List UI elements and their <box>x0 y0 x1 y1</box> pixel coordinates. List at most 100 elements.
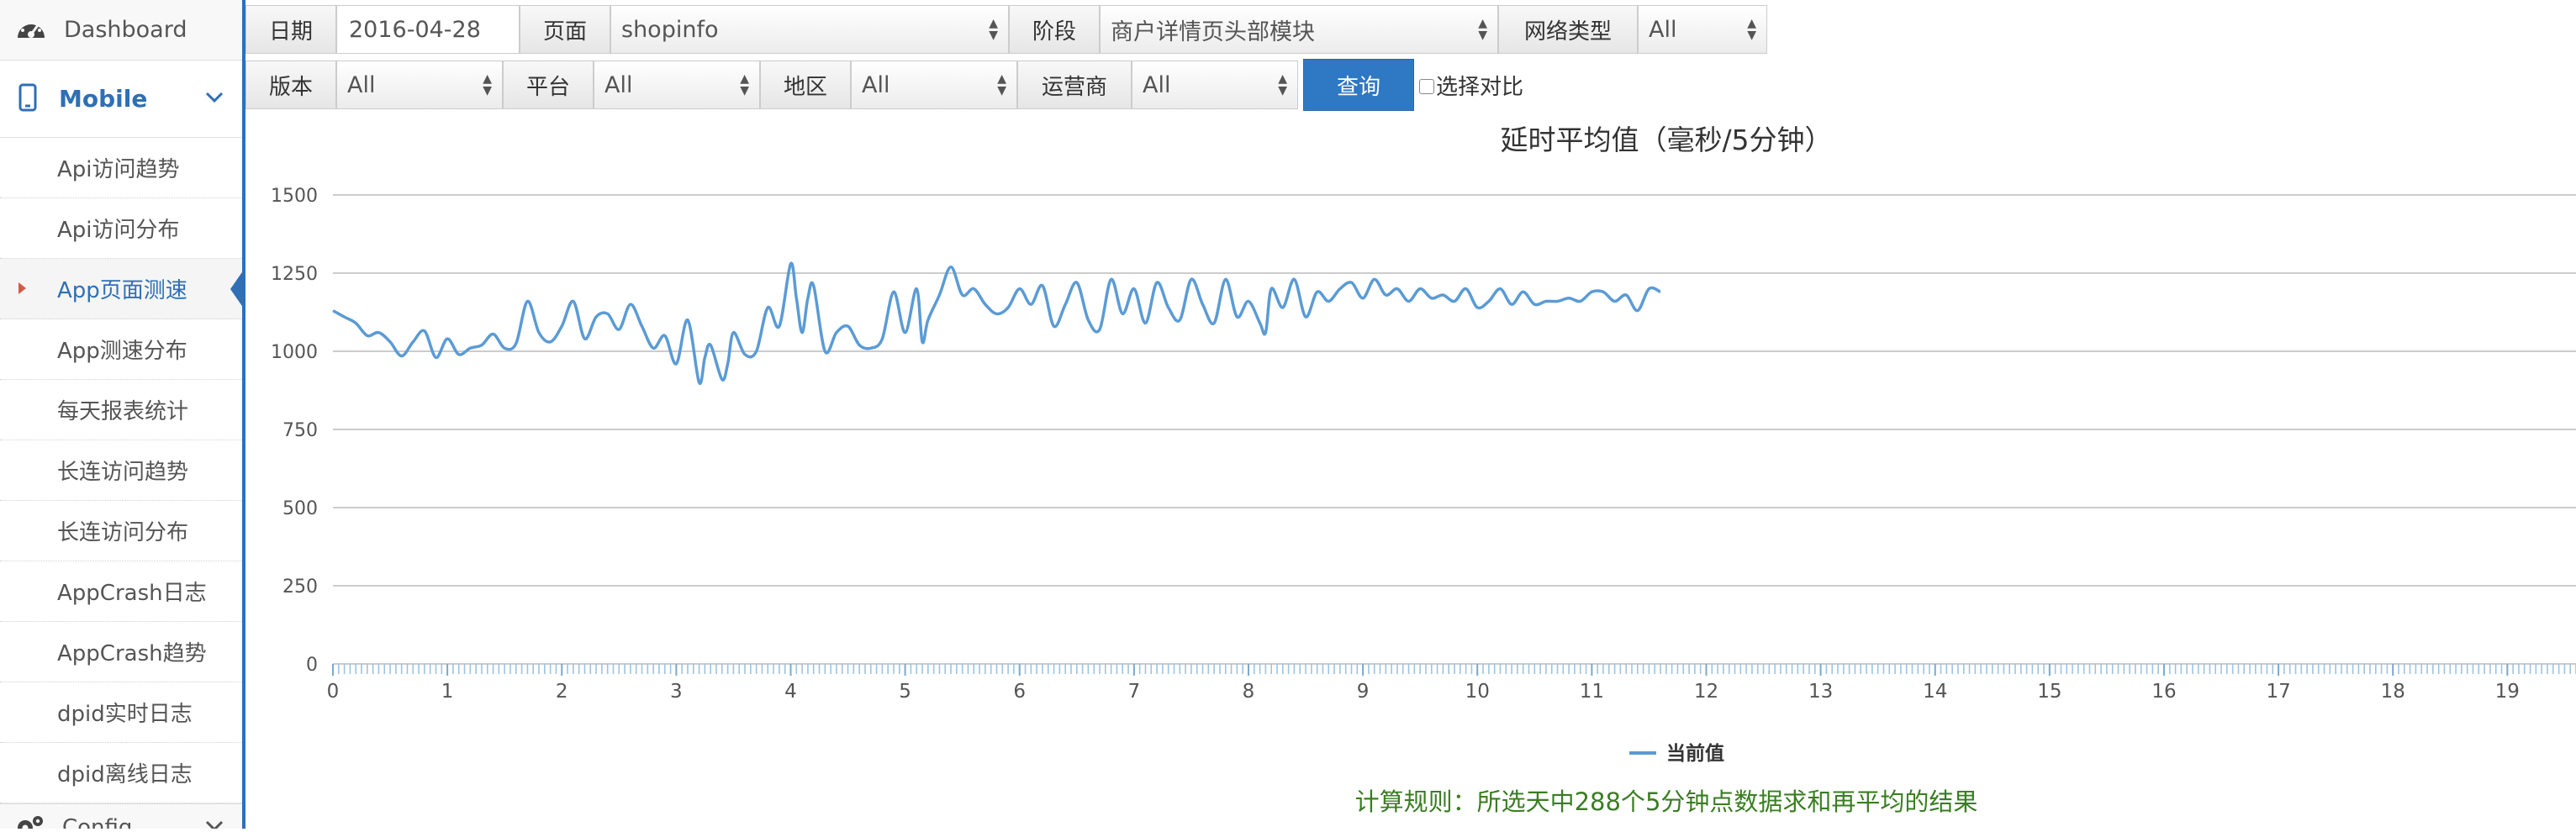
select-arrows-icon: ▲ ▼ <box>989 17 998 42</box>
filter-row-2: 版本 All ▲ ▼ 平台 All ▲ ▼ 地区 All ▲ ▼ 运营商 All ▲ ▼… <box>245 59 1523 111</box>
sidebar-item-app-page-speed[interactable]: App页面测速 <box>0 259 242 319</box>
select-arrows-icon: ▲ ▼ <box>740 72 749 97</box>
calculation-note: 计算规则：所选天中288个5分钟点数据求和再平均的结果 <box>1355 787 1978 816</box>
x-tick-label: 18 <box>2381 681 2405 703</box>
sidebar-item-mobile[interactable]: Mobile <box>0 61 242 138</box>
active-marker-icon <box>18 282 26 294</box>
sidebar-item-label: Mobile <box>59 85 148 113</box>
y-tick-label: 0 <box>306 655 318 676</box>
sidebar-item-dashboard[interactable]: Dashboard <box>0 0 242 61</box>
x-tick-label: 12 <box>1694 681 1718 703</box>
chart-canvas: 延时平均值（毫秒/5分钟）02505007501000125015000 1 2 3 4… <box>271 124 2576 816</box>
sidebar-item-daily-report[interactable]: 每天报表统计 <box>0 380 242 440</box>
x-tick-label: 5 <box>899 681 911 703</box>
x-tick-label: 8 <box>1243 681 1255 703</box>
sidebar-item-config[interactable]: Config <box>0 803 242 829</box>
sidebar-item-label: Config <box>62 814 133 829</box>
sidebar-item-long-conn-trend[interactable]: 长连访问趋势 <box>0 440 242 501</box>
filter-bar: 日期 2016-04-28 页面 shopinfo ▲ ▼ 阶段 商户详情页头部模… <box>245 0 2576 113</box>
sidebar-item-label: Dashboard <box>64 17 187 43</box>
sidebar-item-app-speed-distribution[interactable]: App测速分布 <box>0 319 242 380</box>
x-tick-label: 9 <box>1357 681 1370 703</box>
x-tick-label: 2 <box>556 681 568 703</box>
sidebar-item-label: App测速分布 <box>57 339 187 364</box>
sidebar-item-dpid-realtime-log[interactable]: dpid实时日志 <box>0 682 242 743</box>
x-tick-label: 10 <box>1465 681 1490 703</box>
y-tick-label: 500 <box>282 498 318 519</box>
sidebar-item-label: 长连访问趋势 <box>57 460 189 485</box>
sidebar-item-dpid-offline-log[interactable]: dpid离线日志 <box>0 743 242 803</box>
page-select-value: shopinfo <box>621 16 719 43</box>
carrier-label: 运营商 <box>1017 61 1132 109</box>
sidebar: Dashboard Mobile Api访问趋势 Api访问分布 App页面测速… <box>0 0 245 829</box>
sidebar-item-api-trend[interactable]: Api访问趋势 <box>0 138 242 198</box>
sidebar-item-label: 长连访问分布 <box>57 520 189 545</box>
x-tick-label: 4 <box>784 681 797 703</box>
platform-select[interactable]: All ▲ ▼ <box>594 61 760 109</box>
network-label: 网络类型 <box>1498 5 1638 54</box>
sidebar-item-long-conn-distribution[interactable]: 长连访问分布 <box>0 501 242 561</box>
y-tick-label: 1250 <box>271 264 318 285</box>
sidebar-item-label: AppCrash趋势 <box>57 641 207 666</box>
sidebar-item-api-distribution[interactable]: Api访问分布 <box>0 198 242 259</box>
date-input[interactable]: 2016-04-28 <box>336 5 520 54</box>
page-label: 页面 <box>520 5 610 54</box>
sidebar-item-label: dpid离线日志 <box>57 762 193 787</box>
legend-label: 当前值 <box>1666 742 1724 765</box>
y-tick-label: 1500 <box>271 186 318 207</box>
dashboard-icon <box>15 16 47 45</box>
compare-label: 选择对比 <box>1436 74 1524 100</box>
network-select-value: All <box>1649 16 1677 43</box>
select-arrows-icon: ▲ ▼ <box>1278 72 1287 97</box>
x-tick-label: 14 <box>1923 681 1947 703</box>
stage-select-value: 商户详情页头部模块 <box>1111 18 1315 45</box>
x-tick-label: 19 <box>2495 681 2520 703</box>
x-tick-label: 6 <box>1013 681 1026 703</box>
x-tick-label: 11 <box>1580 681 1604 703</box>
chevron-down-icon <box>205 819 224 829</box>
x-tick-label: 0 <box>327 681 340 703</box>
region-select[interactable]: All ▲ ▼ <box>851 61 1017 109</box>
stage-select[interactable]: 商户详情页头部模块 ▲ ▼ <box>1100 5 1498 54</box>
chevron-down-icon <box>205 91 224 107</box>
active-pointer-icon <box>230 267 242 311</box>
select-arrows-icon: ▲ ▼ <box>1747 17 1756 42</box>
x-tick-label: 7 <box>1128 681 1141 703</box>
stage-label: 阶段 <box>1009 5 1100 54</box>
query-button[interactable]: 查询 <box>1303 59 1414 111</box>
select-arrows-icon: ▲ ▼ <box>1478 17 1487 42</box>
platform-select-value: All <box>604 71 633 98</box>
sidebar-submenu: Api访问趋势 Api访问分布 App页面测速 App测速分布 每天报表统计 长… <box>0 138 242 803</box>
network-select[interactable]: All ▲ ▼ <box>1638 5 1767 54</box>
x-tick-label: 16 <box>2151 681 2176 703</box>
sidebar-item-appcrash-log[interactable]: AppCrash日志 <box>0 561 242 622</box>
gear-icon <box>15 814 45 829</box>
version-label: 版本 <box>245 61 336 109</box>
y-tick-label: 250 <box>282 577 318 598</box>
sidebar-item-label: Api访问分布 <box>57 218 180 243</box>
select-arrows-icon: ▲ ▼ <box>997 72 1006 97</box>
page-select[interactable]: shopinfo ▲ ▼ <box>610 5 1009 54</box>
y-tick-label: 750 <box>282 420 318 441</box>
region-select-value: All <box>862 71 890 98</box>
x-tick-label: 13 <box>1808 681 1833 703</box>
sidebar-item-appcrash-trend[interactable]: AppCrash趋势 <box>0 622 242 682</box>
y-tick-label: 1000 <box>271 342 318 363</box>
x-tick-label: 3 <box>670 681 683 703</box>
carrier-select[interactable]: All ▲ ▼ <box>1132 61 1298 109</box>
latency-chart: 延时平均值（毫秒/5分钟） 0 250 500 750 1000 1250 1500 0 1 2 3 4… <box>245 113 2576 829</box>
compare-checkbox[interactable] <box>1419 79 1434 94</box>
date-label: 日期 <box>245 5 336 54</box>
sidebar-item-label: App页面测速 <box>57 278 187 303</box>
chart-title: 延时平均值（毫秒/5分钟） <box>1500 124 1832 156</box>
version-select[interactable]: All ▲ ▼ <box>336 61 503 109</box>
sidebar-item-label: AppCrash日志 <box>57 581 207 606</box>
version-select-value: All <box>347 71 376 98</box>
x-tick-label: 1 <box>441 681 454 703</box>
sidebar-item-label: 每天报表统计 <box>57 399 189 424</box>
compare-toggle[interactable]: 选择对比 <box>1419 70 1523 101</box>
mobile-icon <box>18 83 37 115</box>
sidebar-item-label: Api访问趋势 <box>57 157 180 182</box>
filter-row-1: 日期 2016-04-28 页面 shopinfo ▲ ▼ 阶段 商户详情页头部模… <box>245 3 1767 55</box>
region-label: 地区 <box>760 61 851 109</box>
